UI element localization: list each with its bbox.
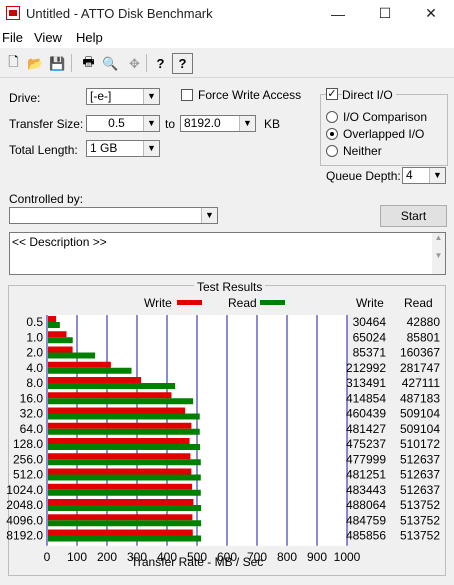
read-bar <box>48 459 201 466</box>
read-bar <box>48 535 202 542</box>
write-bar <box>48 453 191 460</box>
read-value: 281747 <box>400 361 440 375</box>
read-bar <box>48 413 200 420</box>
x-tick-label: 100 <box>67 550 87 564</box>
read-bar <box>48 383 176 389</box>
write-value: 30464 <box>353 315 387 329</box>
read-value: 513752 <box>400 513 440 527</box>
write-value: 485856 <box>346 529 386 543</box>
write-value: 475237 <box>346 437 386 451</box>
write-bar <box>48 483 193 490</box>
write-bar <box>48 468 192 475</box>
write-bar <box>48 377 142 383</box>
read-bar <box>48 428 200 435</box>
category-label: 8.0 <box>26 376 43 390</box>
write-value: 414854 <box>346 391 386 405</box>
read-bar <box>48 489 201 496</box>
read-value: 85801 <box>407 330 441 344</box>
x-axis-label: Transfer Rate - MB / Sec <box>131 555 264 569</box>
read-bar <box>48 322 60 328</box>
write-bar <box>48 316 57 322</box>
read-value: 509104 <box>400 422 440 436</box>
x-tick-label: 0 <box>44 550 51 564</box>
read-value: 509104 <box>400 407 440 421</box>
category-label: 4096.0 <box>6 513 43 527</box>
category-label: 512.0 <box>13 468 43 482</box>
write-value: 483443 <box>346 483 386 497</box>
read-value: 427111 <box>402 376 441 390</box>
category-label: 128.0 <box>13 437 43 451</box>
x-tick-label: 800 <box>277 550 297 564</box>
x-tick-label: 900 <box>307 550 327 564</box>
write-value: 477999 <box>346 452 386 466</box>
category-label: 1.0 <box>26 330 43 344</box>
category-label: 1024.0 <box>6 483 43 497</box>
read-bar <box>48 474 201 481</box>
read-bar <box>48 520 202 527</box>
write-bar <box>48 361 111 368</box>
write-value: 65024 <box>353 330 387 344</box>
category-label: 256.0 <box>13 452 43 466</box>
read-bar <box>48 337 73 344</box>
write-value: 212992 <box>346 361 386 375</box>
read-value: 160367 <box>400 346 440 360</box>
write-bar <box>48 346 73 353</box>
category-label: 64.0 <box>20 422 44 436</box>
category-label: 2048.0 <box>6 498 43 512</box>
category-label: 4.0 <box>26 361 43 375</box>
transfer-rate-chart: 0 100 200 300 400 500 600 700 800 900 10000.5 30464… <box>6 315 441 564</box>
write-value: 481251 <box>346 468 386 482</box>
read-bar <box>48 352 96 359</box>
write-value: 484759 <box>346 513 386 527</box>
read-value: 513752 <box>400 529 440 543</box>
x-tick-label: 200 <box>97 550 117 564</box>
read-value: 512637 <box>400 483 440 497</box>
write-value: 313491 <box>346 376 386 390</box>
write-bar <box>48 407 186 414</box>
category-label: 0.5 <box>26 315 43 329</box>
write-value: 460439 <box>346 407 386 421</box>
category-label: 8192.0 <box>6 529 43 543</box>
read-value: 510172 <box>400 437 440 451</box>
write-bar <box>48 499 194 505</box>
write-bar <box>48 422 192 429</box>
write-bar <box>48 331 67 338</box>
read-value: 512637 <box>400 452 440 466</box>
write-value: 85371 <box>353 346 387 360</box>
x-tick-label: 1000 <box>334 550 361 564</box>
category-label: 32.0 <box>20 407 44 421</box>
read-bar <box>48 398 194 405</box>
write-bar <box>48 392 172 399</box>
write-value: 481427 <box>346 422 386 436</box>
category-label: 2.0 <box>26 346 43 360</box>
read-bar <box>48 367 132 374</box>
read-bar <box>48 505 202 511</box>
category-label: 16.0 <box>20 391 44 405</box>
read-value: 42880 <box>407 315 441 329</box>
read-value: 513752 <box>400 498 440 512</box>
write-bar <box>48 529 193 536</box>
read-bar <box>48 444 201 450</box>
write-bar <box>48 514 193 521</box>
write-value: 488064 <box>346 498 386 512</box>
read-value: 487183 <box>400 391 440 405</box>
write-bar <box>48 438 190 444</box>
read-value: 512637 <box>400 468 440 482</box>
